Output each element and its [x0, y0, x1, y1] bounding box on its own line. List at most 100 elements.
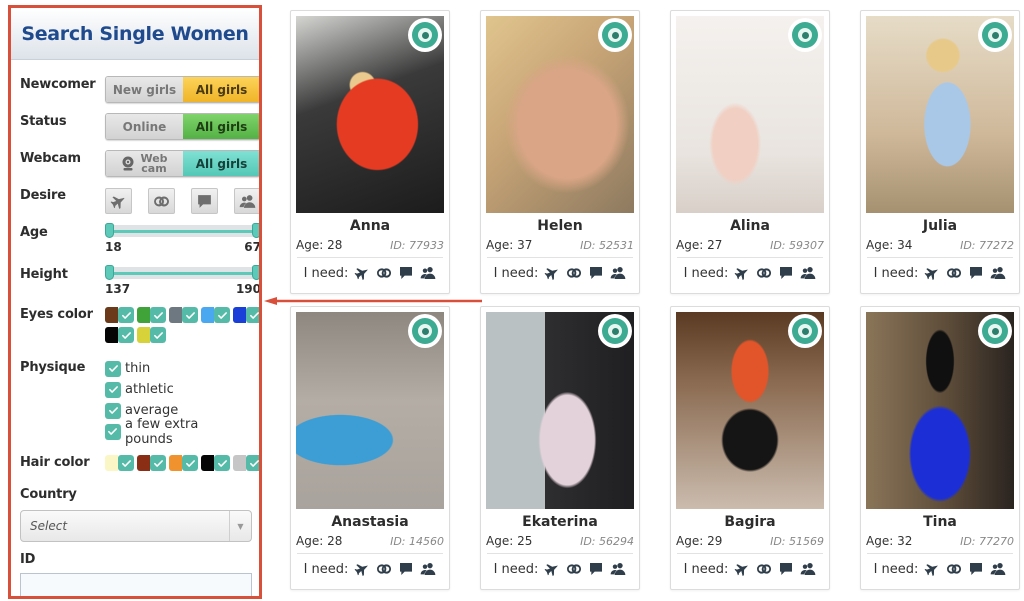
eyes-color-swatch[interactable] — [169, 307, 198, 323]
swatch-checkbox[interactable] — [118, 327, 134, 343]
age-slider-min-handle[interactable] — [105, 223, 114, 238]
card-divider — [297, 553, 443, 554]
physique-option[interactable]: a few extra pounds — [105, 417, 250, 447]
physique-checkbox[interactable] — [105, 360, 121, 377]
swatch-checkbox[interactable] — [150, 307, 166, 323]
height-slider-min-handle[interactable] — [105, 265, 114, 280]
eyes-color-swatch[interactable] — [201, 307, 230, 323]
profile-name[interactable]: Alina — [671, 218, 829, 234]
eyes-color-swatch[interactable] — [105, 307, 134, 323]
swatch-checkbox[interactable] — [118, 307, 134, 323]
hair-color-swatch[interactable] — [201, 455, 230, 471]
swatch-checkbox[interactable] — [182, 307, 198, 323]
swatch-checkbox[interactable] — [246, 307, 259, 323]
desire-marriage-button[interactable] — [148, 188, 175, 214]
webcam-badge-icon — [598, 314, 632, 348]
needs-label: I need: — [873, 561, 919, 577]
profile-name[interactable]: Anastasia — [291, 514, 449, 530]
desire-friendship-button[interactable] — [234, 188, 259, 214]
profile-photo[interactable] — [676, 312, 824, 509]
physique-option[interactable]: athletic — [105, 379, 250, 400]
swatch-checkbox[interactable] — [214, 307, 230, 323]
swatch-checkbox[interactable] — [182, 455, 198, 471]
status-label: Status — [20, 114, 67, 129]
profile-card[interactable]: Anastasia Age: 28 ID: 14560 I need: — [290, 306, 450, 590]
needs-label: I need: — [493, 265, 539, 281]
swatch-checkbox[interactable] — [214, 455, 230, 471]
hair-color-swatches — [105, 455, 259, 471]
newcomer-all-girls-option[interactable]: All girls — [183, 77, 259, 102]
age-slider-max-handle[interactable] — [252, 223, 259, 238]
profile-card[interactable]: Helen Age: 37 ID: 52531 I need: — [480, 10, 640, 294]
swatch-checkbox[interactable] — [150, 327, 166, 343]
swatch-checkbox[interactable] — [150, 455, 166, 471]
chevron-down-icon[interactable]: ▼ — [229, 511, 251, 541]
swatch-checkbox[interactable] — [246, 455, 259, 471]
users-icon — [239, 193, 256, 210]
physique-checkbox[interactable] — [105, 381, 121, 398]
webcam-all-girls-option[interactable]: All girls — [183, 151, 259, 176]
hair-color-swatch[interactable] — [137, 455, 166, 471]
profile-photo[interactable] — [866, 16, 1014, 213]
physique-option-label: thin — [125, 361, 151, 376]
status-online-option[interactable]: Online — [106, 114, 183, 139]
desire-travel-button[interactable] — [105, 188, 132, 214]
id-label: ID — [20, 552, 36, 567]
profile-card[interactable]: Anna Age: 28 ID: 77933 I need: — [290, 10, 450, 294]
webcam-badge-icon — [408, 18, 442, 52]
newcomer-label: Newcomer — [20, 77, 96, 92]
profile-name[interactable]: Bagira — [671, 514, 829, 530]
profile-photo[interactable] — [676, 16, 824, 213]
webcam-web-cam-option[interactable]: Web cam — [106, 151, 183, 176]
profile-name[interactable]: Anna — [291, 218, 449, 234]
age-slider[interactable]: 18 67 — [105, 223, 259, 254]
users-icon — [990, 265, 1006, 281]
profile-name[interactable]: Helen — [481, 218, 639, 234]
eyes-color-swatch[interactable] — [105, 327, 134, 343]
checkmark-icon — [121, 310, 132, 321]
hair-color-swatch[interactable] — [169, 455, 198, 471]
profile-card[interactable]: Julia Age: 34 ID: 77272 I need: — [860, 10, 1020, 294]
physique-option[interactable]: thin — [105, 358, 250, 379]
hair-color-swatch[interactable] — [105, 455, 134, 471]
profile-card[interactable]: Bagira Age: 29 ID: 51569 I need: — [670, 306, 830, 590]
profile-age: Age: 28 — [296, 238, 343, 252]
color-chip — [169, 455, 182, 471]
hair-color-swatch[interactable] — [233, 455, 259, 471]
height-slider-max-handle[interactable] — [252, 265, 259, 280]
profile-name[interactable]: Julia — [861, 218, 1019, 234]
physique-checkbox[interactable] — [105, 423, 121, 440]
profile-id: ID: 14560 — [390, 535, 444, 548]
profile-photo[interactable] — [486, 312, 634, 509]
profile-photo[interactable] — [866, 312, 1014, 509]
eyes-color-swatch[interactable] — [233, 307, 259, 323]
webcam-toggle[interactable]: Web cam All girls — [105, 150, 259, 177]
profile-age: Age: 28 — [296, 534, 343, 548]
desire-chat-button[interactable] — [191, 188, 218, 214]
status-all-girls-option[interactable]: All girls — [183, 114, 259, 139]
profile-age: Age: 37 — [486, 238, 533, 252]
profile-name[interactable]: Tina — [861, 514, 1019, 530]
profile-age: Age: 27 — [676, 238, 723, 252]
profile-card[interactable]: Ekaterina Age: 25 ID: 56294 I need: — [480, 306, 640, 590]
profile-name[interactable]: Ekaterina — [481, 514, 639, 530]
profile-photo[interactable] — [486, 16, 634, 213]
profile-id: ID: 56294 — [580, 535, 634, 548]
newcomer-toggle[interactable]: New girls All girls — [105, 76, 259, 103]
eyes-color-swatch[interactable] — [137, 307, 166, 323]
profile-card[interactable]: Tina Age: 32 ID: 77270 I need: — [860, 306, 1020, 590]
status-toggle[interactable]: Online All girls — [105, 113, 259, 140]
profile-photo[interactable] — [296, 312, 444, 509]
physique-checkbox[interactable] — [105, 402, 121, 419]
country-select[interactable]: Select ▼ — [20, 510, 252, 542]
profile-photo[interactable] — [296, 16, 444, 213]
height-slider[interactable]: 137 190 — [105, 265, 259, 296]
profile-card[interactable]: Alina Age: 27 ID: 59307 I need: — [670, 10, 830, 294]
newcomer-new-girls-option[interactable]: New girls — [106, 77, 183, 102]
id-input[interactable] — [20, 573, 252, 596]
eyes-color-swatch[interactable] — [137, 327, 166, 343]
checkmark-icon — [108, 384, 119, 395]
rings-icon — [376, 265, 392, 281]
swatch-checkbox[interactable] — [118, 455, 134, 471]
rings-icon — [946, 561, 962, 577]
